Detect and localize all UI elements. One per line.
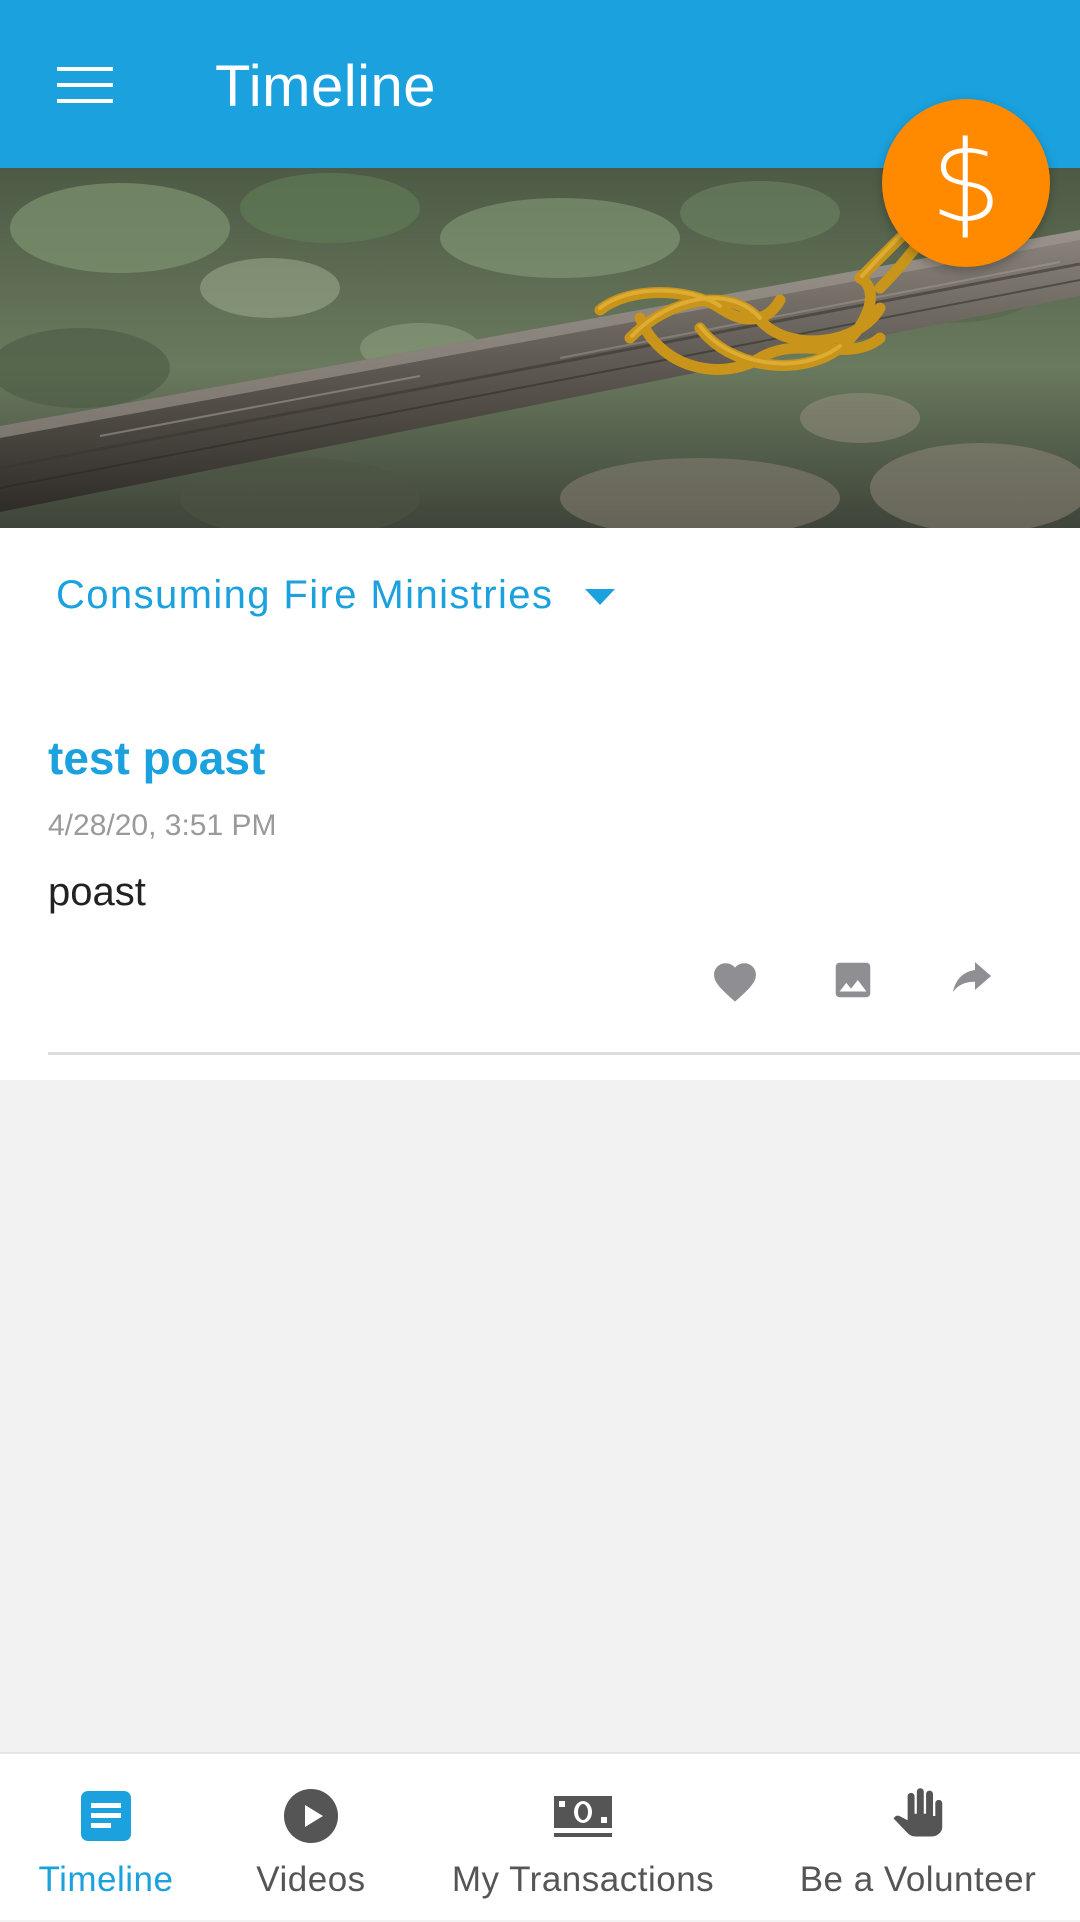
caret-down-icon [585,589,616,605]
document-icon [74,1788,138,1844]
post-body: poast [48,870,146,914]
post-timestamp: 4/28/20, 3:51 PM [48,809,277,842]
share-icon [953,962,991,992]
tab-label: Videos [256,1860,366,1899]
organization-dropdown[interactable]: Consuming Fire Ministries [56,570,616,620]
like-button[interactable] [700,945,770,1015]
money-icon [551,1788,615,1844]
dollar-icon: $ [930,118,1002,248]
tab-be-a-volunteer[interactable]: Be a Volunteer [756,1754,1080,1922]
tab-label: My Transactions [451,1860,715,1899]
tab-timeline[interactable]: Timeline [0,1754,212,1922]
share-button[interactable] [936,945,1006,1015]
view-image-button[interactable] [818,945,888,1015]
donate-button[interactable]: $ [882,99,1050,267]
heart-icon [714,963,756,1002]
post-divider [48,1052,1080,1055]
page-title: Timeline [215,54,437,119]
image-icon [835,962,871,998]
timeline-feed: Consuming Fire Ministries test poast 4/2… [0,528,1080,1080]
organization-name: Consuming Fire Ministries [56,573,554,617]
tab-videos[interactable]: Videos [212,1754,410,1922]
tab-label: Be a Volunteer [799,1860,1037,1899]
tab-label: Timeline [38,1860,174,1899]
play-circle-icon [279,1788,343,1844]
hand-icon [886,1788,950,1844]
bottom-navigation: Timeline Videos My Transactions Be a Vol… [0,1752,1080,1920]
tab-my-transactions[interactable]: My Transactions [410,1754,756,1922]
post-title[interactable]: test poast [48,730,265,786]
hamburger-menu-icon [57,67,113,103]
menu-button[interactable] [40,50,130,120]
